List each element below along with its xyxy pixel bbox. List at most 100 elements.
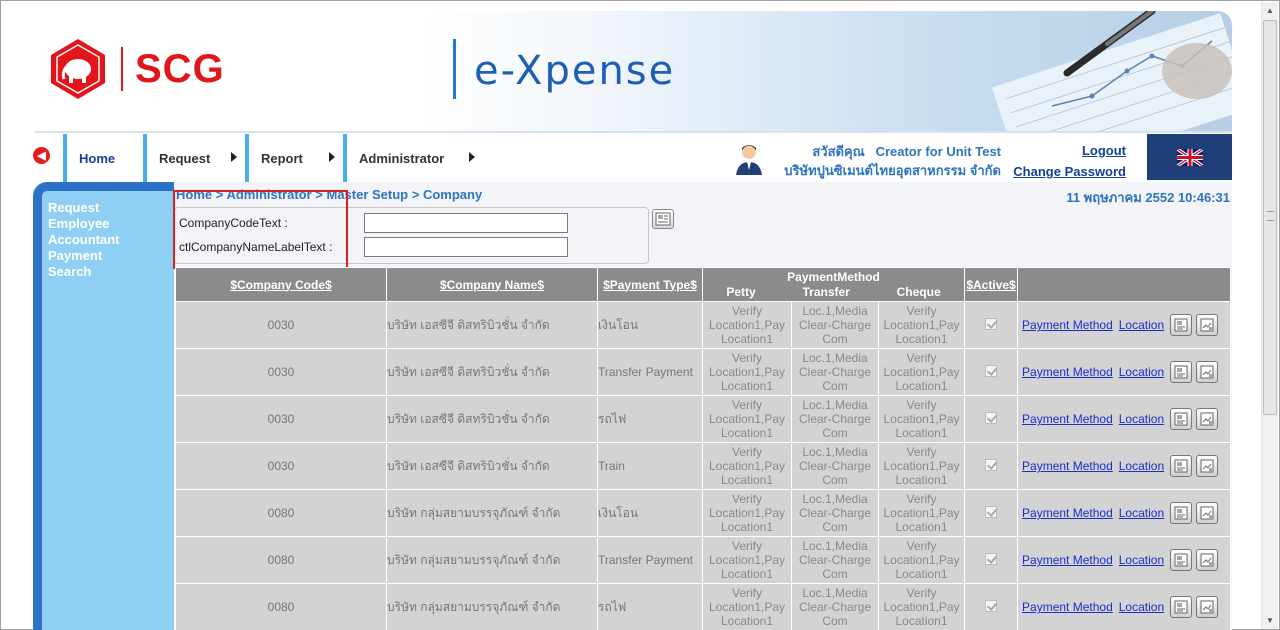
location-link[interactable]: Location bbox=[1119, 600, 1164, 614]
cheque-line: Verify bbox=[906, 539, 937, 553]
petty-cell: Verify Location1,Pay Location1 bbox=[702, 301, 792, 349]
cheque-cell: Verify Location1,Pay Location1 bbox=[877, 395, 966, 443]
edit-button[interactable] bbox=[1170, 502, 1193, 524]
search-button[interactable] bbox=[652, 209, 674, 229]
cheque-line: Location1 bbox=[895, 332, 948, 346]
company-name-cell: บริษัท เอสซีจี ดิสทริบิวชั่น จำกัด bbox=[386, 442, 598, 490]
payment-method-link[interactable]: Payment Method bbox=[1022, 318, 1113, 332]
cheque-line: Verify bbox=[906, 304, 937, 318]
petty-line: Location1 bbox=[720, 379, 774, 393]
view-button[interactable] bbox=[1196, 314, 1219, 336]
cheque-line: Verify bbox=[906, 445, 937, 459]
active-checkbox bbox=[985, 458, 998, 471]
view-button[interactable] bbox=[1196, 596, 1219, 618]
location-link[interactable]: Location bbox=[1119, 318, 1164, 332]
view-button[interactable] bbox=[1196, 361, 1219, 383]
view-button[interactable] bbox=[1196, 549, 1219, 571]
transfer-line: Loc.1,Media bbox=[802, 351, 868, 365]
sort-company-code-link[interactable]: $Company Code$ bbox=[230, 278, 331, 292]
petty-line: Location1,Pay bbox=[708, 365, 786, 379]
cheque-line: Verify bbox=[906, 586, 937, 600]
active-cell bbox=[964, 301, 1019, 349]
location-link[interactable]: Location bbox=[1119, 365, 1164, 379]
logout-link[interactable]: Logout bbox=[1009, 140, 1126, 161]
location-link[interactable]: Location bbox=[1119, 459, 1164, 473]
petty-line: Location1,Pay bbox=[708, 506, 786, 520]
location-link[interactable]: Location bbox=[1119, 553, 1164, 567]
transfer-line: Com bbox=[822, 520, 848, 534]
nav-item-home[interactable]: Home bbox=[63, 134, 143, 182]
edit-button[interactable] bbox=[1170, 361, 1193, 383]
caret-right-icon bbox=[469, 152, 475, 162]
payment-type-cell: รถไฟ bbox=[597, 583, 703, 630]
view-button[interactable] bbox=[1196, 502, 1219, 524]
edit-button[interactable] bbox=[1170, 314, 1193, 336]
scroll-thumb[interactable] bbox=[1263, 20, 1277, 415]
cheque-line: Verify bbox=[906, 398, 937, 412]
vertical-scrollbar[interactable]: ▲ ▼ bbox=[1261, 2, 1278, 629]
transfer-line: Com bbox=[822, 473, 848, 487]
edit-button[interactable] bbox=[1170, 596, 1193, 618]
payment-method-link[interactable]: Payment Method bbox=[1022, 459, 1113, 473]
nav-item-report[interactable]: Report bbox=[245, 134, 343, 182]
user-name: Creator for Unit Test bbox=[875, 144, 1001, 159]
main-nav: Home Request Report Administrator bbox=[63, 134, 483, 182]
sidebar-item-request[interactable]: Request bbox=[48, 200, 174, 216]
company-code-cell: 0080 bbox=[175, 583, 387, 630]
active-cell bbox=[964, 442, 1019, 490]
edit-button[interactable] bbox=[1170, 408, 1193, 430]
search-icon bbox=[655, 212, 671, 226]
scroll-down-icon[interactable]: ▼ bbox=[1262, 612, 1278, 629]
sidebar-item-search[interactable]: Search bbox=[48, 264, 174, 280]
petty-cell: Verify Location1,Pay Location1 bbox=[702, 536, 792, 584]
location-link[interactable]: Location bbox=[1119, 412, 1164, 426]
sort-active-link[interactable]: $Active$ bbox=[966, 278, 1015, 292]
cheque-line: Location1,Pay bbox=[883, 365, 960, 379]
location-link[interactable]: Location bbox=[1119, 506, 1164, 520]
col-company-code[interactable]: $Company Code$ bbox=[175, 267, 387, 302]
language-switch[interactable] bbox=[1147, 134, 1232, 180]
col-active[interactable]: $Active$ bbox=[964, 267, 1019, 302]
caret-right-icon bbox=[231, 152, 237, 162]
company-code-input[interactable] bbox=[364, 213, 568, 233]
transfer-line: Com bbox=[822, 426, 848, 440]
view-icon bbox=[1200, 459, 1214, 473]
petty-line: Location1 bbox=[720, 614, 774, 628]
transfer-line: Clear-Charge bbox=[798, 600, 872, 614]
sidebar-item-payment[interactable]: Payment bbox=[48, 248, 174, 264]
nav-item-label: Administrator bbox=[359, 150, 445, 166]
edit-icon bbox=[1174, 318, 1188, 332]
col-payment-type[interactable]: $Payment Type$ bbox=[597, 267, 703, 302]
uk-flag-icon bbox=[1176, 148, 1203, 166]
col-company-name[interactable]: $Company Name$ bbox=[386, 267, 598, 302]
payment-method-link[interactable]: Payment Method bbox=[1022, 412, 1113, 426]
active-checkbox bbox=[985, 505, 998, 518]
edit-button[interactable] bbox=[1170, 455, 1193, 477]
change-password-link[interactable]: Change Password bbox=[1009, 161, 1126, 182]
sidebar-item-employee[interactable]: Employee bbox=[48, 216, 174, 232]
view-button[interactable] bbox=[1196, 408, 1219, 430]
company-name-input[interactable] bbox=[364, 237, 568, 257]
sort-company-name-link[interactable]: $Company Name$ bbox=[440, 278, 544, 292]
transfer-line: Com bbox=[822, 332, 848, 346]
scroll-up-icon[interactable]: ▲ bbox=[1262, 2, 1278, 19]
payment-method-link[interactable]: Payment Method bbox=[1022, 365, 1113, 379]
nav-item-request[interactable]: Request bbox=[143, 134, 245, 182]
back-icon[interactable]: ◀ bbox=[33, 147, 50, 164]
payment-method-link[interactable]: Payment Method bbox=[1022, 553, 1113, 567]
sidebar-item-accountant[interactable]: Accountant bbox=[48, 232, 174, 248]
petty-line: Location1 bbox=[720, 426, 774, 440]
payment-method-link[interactable]: Payment Method bbox=[1022, 600, 1113, 614]
company-code-cell: 0080 bbox=[175, 536, 387, 584]
edit-button[interactable] bbox=[1170, 549, 1193, 571]
sort-payment-type-link[interactable]: $Payment Type$ bbox=[603, 278, 697, 292]
actions-cell: Payment Method Location bbox=[1017, 583, 1232, 630]
actions-cell: Payment Method Location bbox=[1017, 395, 1232, 443]
highlight-box bbox=[173, 190, 348, 269]
view-button[interactable] bbox=[1196, 455, 1219, 477]
petty-line: Verify bbox=[731, 351, 762, 365]
payment-method-link[interactable]: Payment Method bbox=[1022, 506, 1113, 520]
nav-item-administrator[interactable]: Administrator bbox=[343, 134, 483, 182]
cheque-line: Verify bbox=[906, 492, 937, 506]
scg-logo[interactable]: SCG bbox=[47, 37, 225, 101]
